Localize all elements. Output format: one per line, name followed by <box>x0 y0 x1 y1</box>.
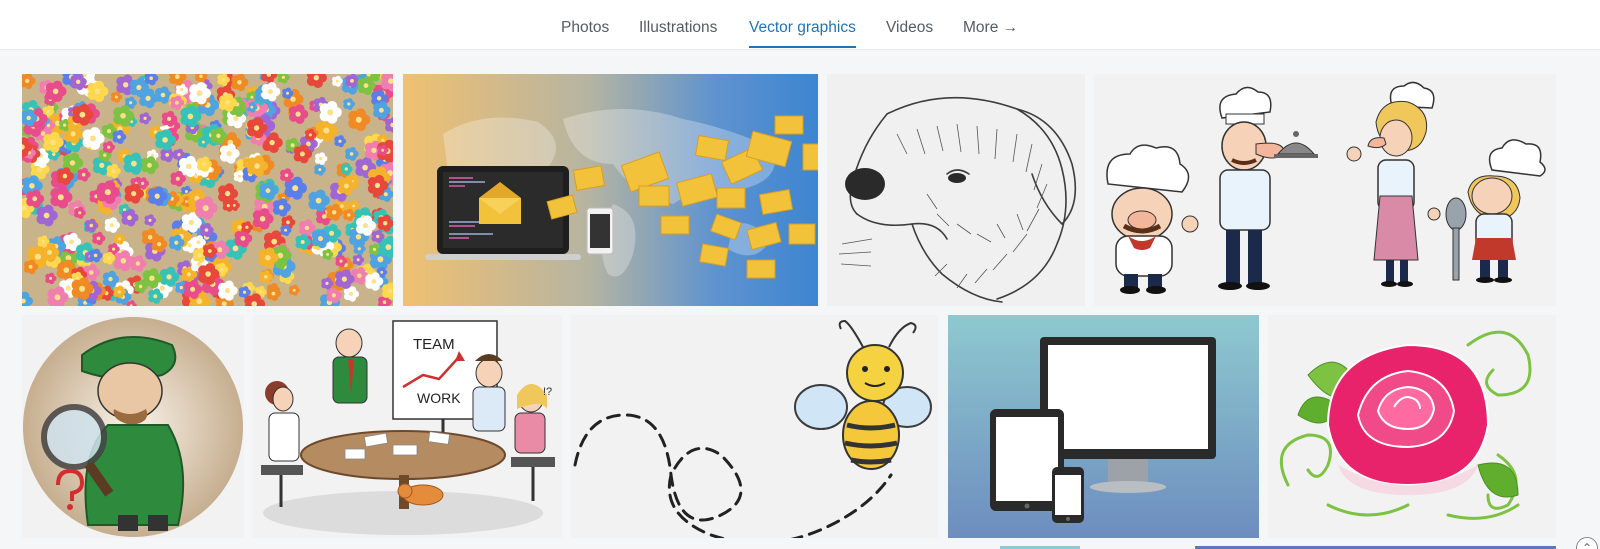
tab-more[interactable]: More → <box>963 19 1018 37</box>
image-tile-rose[interactable] <box>1268 315 1556 538</box>
image-tile-bee-path[interactable] <box>571 315 938 538</box>
cartoon-chefs-image <box>1094 74 1556 306</box>
flowers-pattern-image <box>22 74 393 306</box>
image-tile-flowers[interactable] <box>22 74 393 306</box>
image-tile-dog-sketch[interactable] <box>827 74 1085 306</box>
image-tile-detective[interactable] <box>22 315 244 538</box>
image-tile-chefs[interactable] <box>1094 74 1556 306</box>
tab-illustrations[interactable]: Illustrations <box>639 19 717 37</box>
board-text-team: TEAM <box>413 336 455 353</box>
bee-flight-image <box>571 315 938 538</box>
tab-videos[interactable]: Videos <box>886 19 933 37</box>
tab-photos[interactable]: Photos <box>561 19 609 37</box>
scroll-top-button[interactable]: ⌃ <box>1576 537 1598 549</box>
email-laptop-image <box>403 74 818 306</box>
board-text-work: WORK <box>417 390 461 406</box>
image-tile-devices[interactable] <box>948 315 1259 538</box>
pink-rose-image <box>1268 315 1556 538</box>
dog-sketch-image <box>827 74 1085 306</box>
team-meeting-image: TEAM WORK !? <box>253 315 562 538</box>
tab-vector-graphics[interactable]: Vector graphics <box>749 19 856 48</box>
computer-devices-image <box>948 315 1259 538</box>
image-tile-team-meeting[interactable]: TEAM WORK !? <box>253 315 562 538</box>
image-tile-email[interactable] <box>403 74 818 306</box>
svg-text:!?: !? <box>543 386 552 398</box>
detective-image <box>22 315 244 538</box>
category-nav: Photos Illustrations Vector graphics Vid… <box>0 0 1600 50</box>
